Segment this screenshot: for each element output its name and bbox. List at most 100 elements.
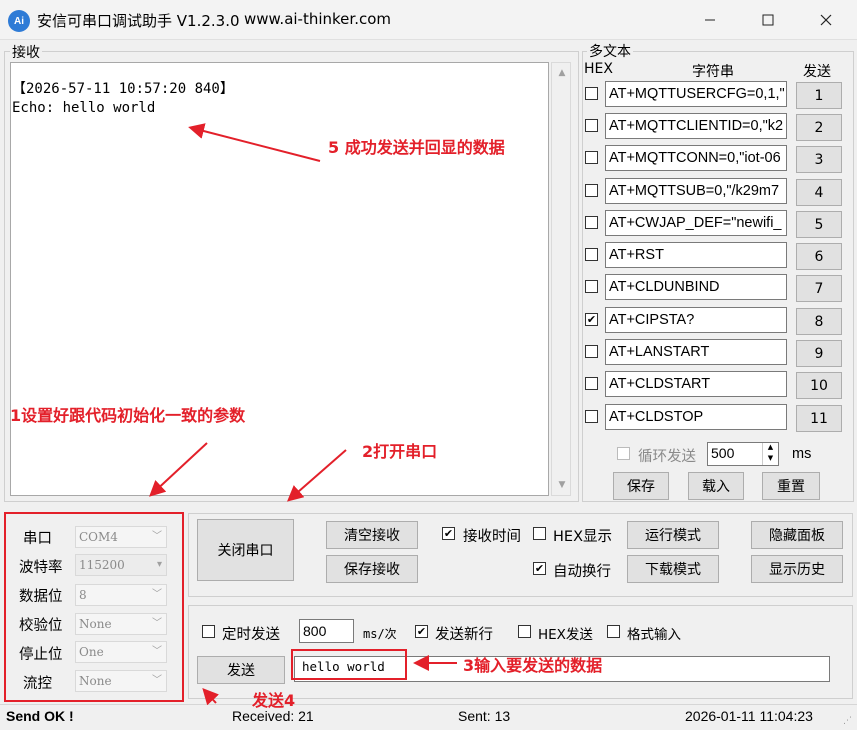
timed-interval-input[interactable]: 800 [299, 619, 354, 643]
flow-control-select[interactable]: None ﹀ [75, 670, 167, 692]
multi-send-button-2[interactable]: 2 [796, 114, 842, 141]
hex-display-checkbox[interactable] [533, 527, 546, 540]
multi-send-button-5[interactable]: 5 [796, 211, 842, 238]
multi-text-field-11[interactable]: AT+CLDSTOP [605, 404, 787, 430]
multi-send-button-8[interactable]: 8 [796, 308, 842, 335]
receive-time-label: 接收时间 [463, 529, 521, 545]
load-multi-button[interactable]: 载入 [688, 472, 744, 500]
multi-text-field-4[interactable]: AT+MQTTSUB=0,"/k29m7 [605, 178, 787, 204]
port-label: 串口 [23, 531, 52, 547]
annotation-step3: 3输入要发送的数据 [463, 656, 603, 675]
multi-text-field-8[interactable]: AT+CIPSTA? [605, 307, 787, 333]
multi-hex-checkbox-5[interactable] [585, 216, 598, 229]
download-mode-button[interactable]: 下载模式 [627, 555, 719, 583]
hex-send-checkbox[interactable] [518, 625, 531, 638]
send-button[interactable]: 发送 [197, 656, 285, 684]
checkmark-icon: ✔ [443, 527, 454, 540]
multi-hex-checkbox-6[interactable] [585, 248, 598, 261]
multi-text-field-6[interactable]: AT+RST [605, 242, 787, 268]
multi-send-button-10[interactable]: 10 [796, 372, 842, 399]
window-title: 安信可串口调试助手 V1.2.3.0 [37, 12, 240, 30]
spin-up-icon[interactable]: ▲ [762, 443, 778, 454]
receive-scrollbar[interactable]: ▲ ▼ [551, 62, 571, 496]
parity-value: None [79, 617, 112, 631]
parity-select[interactable]: None ﹀ [75, 613, 167, 635]
format-input-checkbox[interactable] [607, 625, 620, 638]
window-url: www.ai-thinker.com [244, 10, 392, 28]
multi-hex-checkbox-11[interactable] [585, 410, 598, 423]
app-logo-icon: Ai [8, 10, 30, 32]
stop-bits-select[interactable]: One ﹀ [75, 641, 167, 663]
save-multi-button[interactable]: 保存 [613, 472, 669, 500]
baud-select[interactable]: 115200 ▾ [75, 554, 167, 576]
receive-textarea[interactable] [10, 62, 549, 496]
multi-send-button-9[interactable]: 9 [796, 340, 842, 367]
resize-grip-icon[interactable]: ⋰ [843, 716, 852, 726]
annotation-step4: 发送4 [252, 691, 296, 710]
loop-send-label: 循环发送 [638, 449, 696, 465]
multi-send-button-6[interactable]: 6 [796, 243, 842, 270]
send-newline-checkbox[interactable]: ✔ [415, 625, 428, 638]
show-history-button[interactable]: 显示历史 [751, 555, 843, 583]
loop-interval-value: 500 [711, 445, 735, 461]
dropdown-arrow-icon: ▾ [156, 559, 162, 570]
multi-hex-checkbox-10[interactable] [585, 377, 598, 390]
annotation-step1: 1设置好跟代码初始化一致的参数 [10, 406, 246, 425]
multi-text-field-10[interactable]: AT+CLDSTART [605, 371, 787, 397]
string-column-header: 字符串 [692, 64, 734, 80]
multi-text-field-3[interactable]: AT+MQTTCONN=0,"iot-06 [605, 145, 787, 171]
multi-text-field-1[interactable]: AT+MQTTUSERCFG=0,1," [605, 81, 787, 107]
multi-hex-checkbox-4[interactable] [585, 184, 598, 197]
chevron-down-icon: ﹀ [152, 675, 162, 686]
multi-send-button-1[interactable]: 1 [796, 82, 842, 109]
timed-interval-unit: ms/次 [363, 627, 397, 641]
chevron-down-icon: ﹀ [152, 589, 162, 600]
multi-send-button-7[interactable]: 7 [796, 275, 842, 302]
multi-send-button-11[interactable]: 11 [796, 405, 842, 432]
chevron-down-icon: ﹀ [152, 531, 162, 542]
scroll-down-icon[interactable]: ▼ [552, 475, 572, 495]
multi-hex-checkbox-1[interactable] [585, 87, 598, 100]
minimize-icon[interactable] [681, 0, 739, 40]
reset-multi-button[interactable]: 重置 [762, 472, 820, 500]
multi-hex-checkbox-3[interactable] [585, 151, 598, 164]
chevron-down-icon: ﹀ [152, 646, 162, 657]
timed-send-checkbox[interactable] [202, 625, 215, 638]
checkmark-icon: ✔ [534, 562, 545, 575]
close-icon[interactable] [797, 0, 855, 40]
scroll-up-icon[interactable]: ▲ [552, 63, 572, 83]
maximize-icon[interactable] [739, 0, 797, 40]
send-newline-label: 发送新行 [435, 627, 493, 643]
data-bits-select[interactable]: 8 ﹀ [75, 584, 167, 606]
multi-text-group-label: 多文本 [587, 41, 633, 61]
receive-time-checkbox[interactable]: ✔ [442, 527, 455, 540]
multi-text-field-5[interactable]: AT+CWJAP_DEF="newifi_ [605, 210, 787, 236]
auto-newline-checkbox[interactable]: ✔ [533, 562, 546, 575]
multi-send-button-3[interactable]: 3 [796, 146, 842, 173]
multi-text-field-9[interactable]: AT+LANSTART [605, 339, 787, 365]
multi-text-field-2[interactable]: AT+MQTTCLIENTID=0,"k2 [605, 113, 787, 139]
multi-hex-checkbox-7[interactable] [585, 280, 598, 293]
flow-control-label: 流控 [23, 676, 52, 692]
save-receive-button[interactable]: 保存接收 [326, 555, 418, 583]
close-port-button[interactable]: 关闭串口 [197, 519, 294, 581]
data-bits-label: 数据位 [19, 589, 63, 605]
port-select[interactable]: COM4 ﹀ [75, 526, 167, 548]
spin-down-icon[interactable]: ▼ [762, 454, 778, 465]
send-column-header: 发送 [803, 64, 831, 80]
hex-column-header: HEX [584, 61, 613, 77]
multi-send-button-4[interactable]: 4 [796, 179, 842, 206]
status-result: Send OK ! [6, 708, 74, 724]
loop-interval-spinner[interactable]: 500 ▲ ▼ [707, 442, 779, 466]
loop-send-checkbox[interactable] [617, 447, 630, 460]
multi-hex-checkbox-2[interactable] [585, 119, 598, 132]
checkmark-icon: ✔ [586, 313, 597, 326]
baud-value: 115200 [79, 558, 125, 572]
multi-hex-checkbox-9[interactable] [585, 345, 598, 358]
clear-receive-button[interactable]: 清空接收 [326, 521, 418, 549]
multi-hex-checkbox-8[interactable]: ✔ [585, 313, 598, 326]
run-mode-button[interactable]: 运行模式 [627, 521, 719, 549]
receive-line-timestamp: 【2026-57-11 10:57:20 840】 [12, 81, 234, 97]
hide-panel-button[interactable]: 隐藏面板 [751, 521, 843, 549]
multi-text-field-7[interactable]: AT+CLDUNBIND [605, 274, 787, 300]
